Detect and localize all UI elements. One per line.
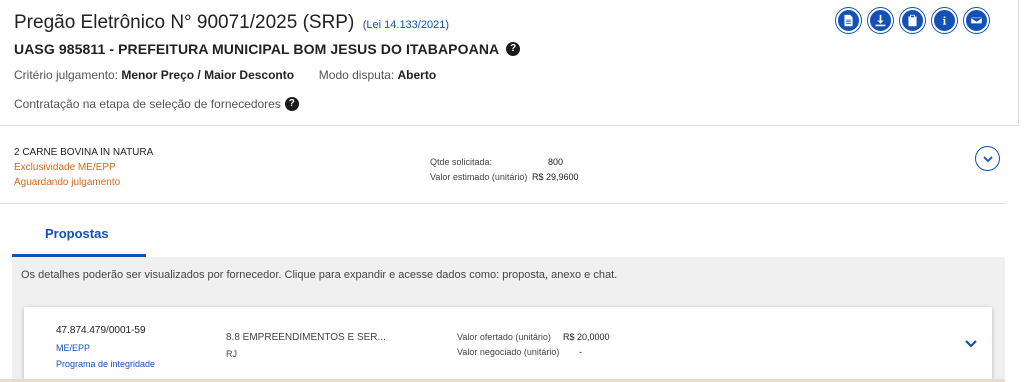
uasg-text: UASG 985811 - PREFEITURA MUNICIPAL BOM J… [14,41,500,57]
info-button[interactable] [932,8,957,33]
info-icon [942,16,947,25]
page-title: Pregão Eletrônico N° 90071/2025 (SRP) [14,12,355,33]
mail-icon [970,16,983,25]
auction-header: Pregão Eletrônico N° 90071/2025 (SRP) (L… [0,0,1019,125]
item-expand-button[interactable] [975,146,1000,171]
item-summary: 2 CARNE BOVINA IN NATURA Exclusividade M… [0,126,1005,204]
item-status: Aguardando julgamento [14,177,121,188]
clipboard-icon [908,14,917,27]
title-row: Pregão Eletrônico N° 90071/2025 (SRP) (L… [14,12,449,34]
supplier-cnpj: 47.874.479/0001-59 [56,325,146,336]
mail-button[interactable] [964,8,989,33]
supplier-name: 8.8 EMPREENDIMENTOS E SER... [226,332,386,343]
uasg-line: UASG 985811 - PREFEITURA MUNICIPAL BOM J… [14,41,521,57]
criterio-label: Critério julgamento: [14,68,119,82]
chevron-down-icon [982,155,993,162]
tab-bar: Propostas [0,205,1005,257]
item-name: 2 CARNE BOVINA IN NATURA [14,147,154,158]
tab-propostas-label: Propostas [45,226,109,241]
proposals-panel: Os detalhes poderão ser visualizados por… [12,257,1005,382]
offered-value: R$ 20,0000 [563,332,610,342]
chevron-down-icon[interactable] [964,338,978,350]
qtd-value: 800 [548,157,564,167]
clipboard-button[interactable] [900,8,925,33]
header-actions [836,8,989,33]
criterio-value: Menor Preço / Maior Desconto [121,68,295,82]
question-circle-icon[interactable]: ? [506,42,521,56]
document-icon [844,14,853,27]
qtd-label: Qtde solicitada: [430,157,493,167]
document-button[interactable] [836,8,861,33]
estimated-value: R$ 29,9600 [532,172,579,182]
supplier-size-badge: ME/EPP [56,343,91,353]
modo-label: Modo disputa: [318,68,395,82]
criteria-line: Critério julgamento: Menor Preço / Maior… [14,68,436,82]
negotiated-value-label: Valor negociado (unitário) [457,347,560,357]
supplier-state: RJ [226,349,237,359]
info-text: Os detalhes poderão ser visualizados por… [21,269,618,281]
integrity-program-link[interactable]: Programa de integridade [56,359,155,369]
contract-stage-text: Contratação na etapa de seleção de forne… [14,97,281,111]
proposal-card[interactable]: 47.874.479/0001-59 ME/EPP Programa de in… [24,307,992,382]
tab-propostas[interactable]: Propostas [12,205,146,257]
estimated-value-label: Valor estimado (unitário) [430,172,528,182]
download-button[interactable] [868,8,893,33]
question-circle-icon[interactable]: ? [284,97,299,111]
download-icon [875,14,886,27]
contract-stage: Contratação na etapa de seleção de forne… [14,97,299,111]
item-exclusivity: Exclusividade ME/EPP [14,162,116,173]
law-link[interactable]: (Lei 14.133/2021) [363,19,449,31]
offered-value-label: Valor ofertado (unitário) [457,332,551,342]
modo-value: Aberto [397,68,437,82]
negotiated-value: - [579,347,582,357]
